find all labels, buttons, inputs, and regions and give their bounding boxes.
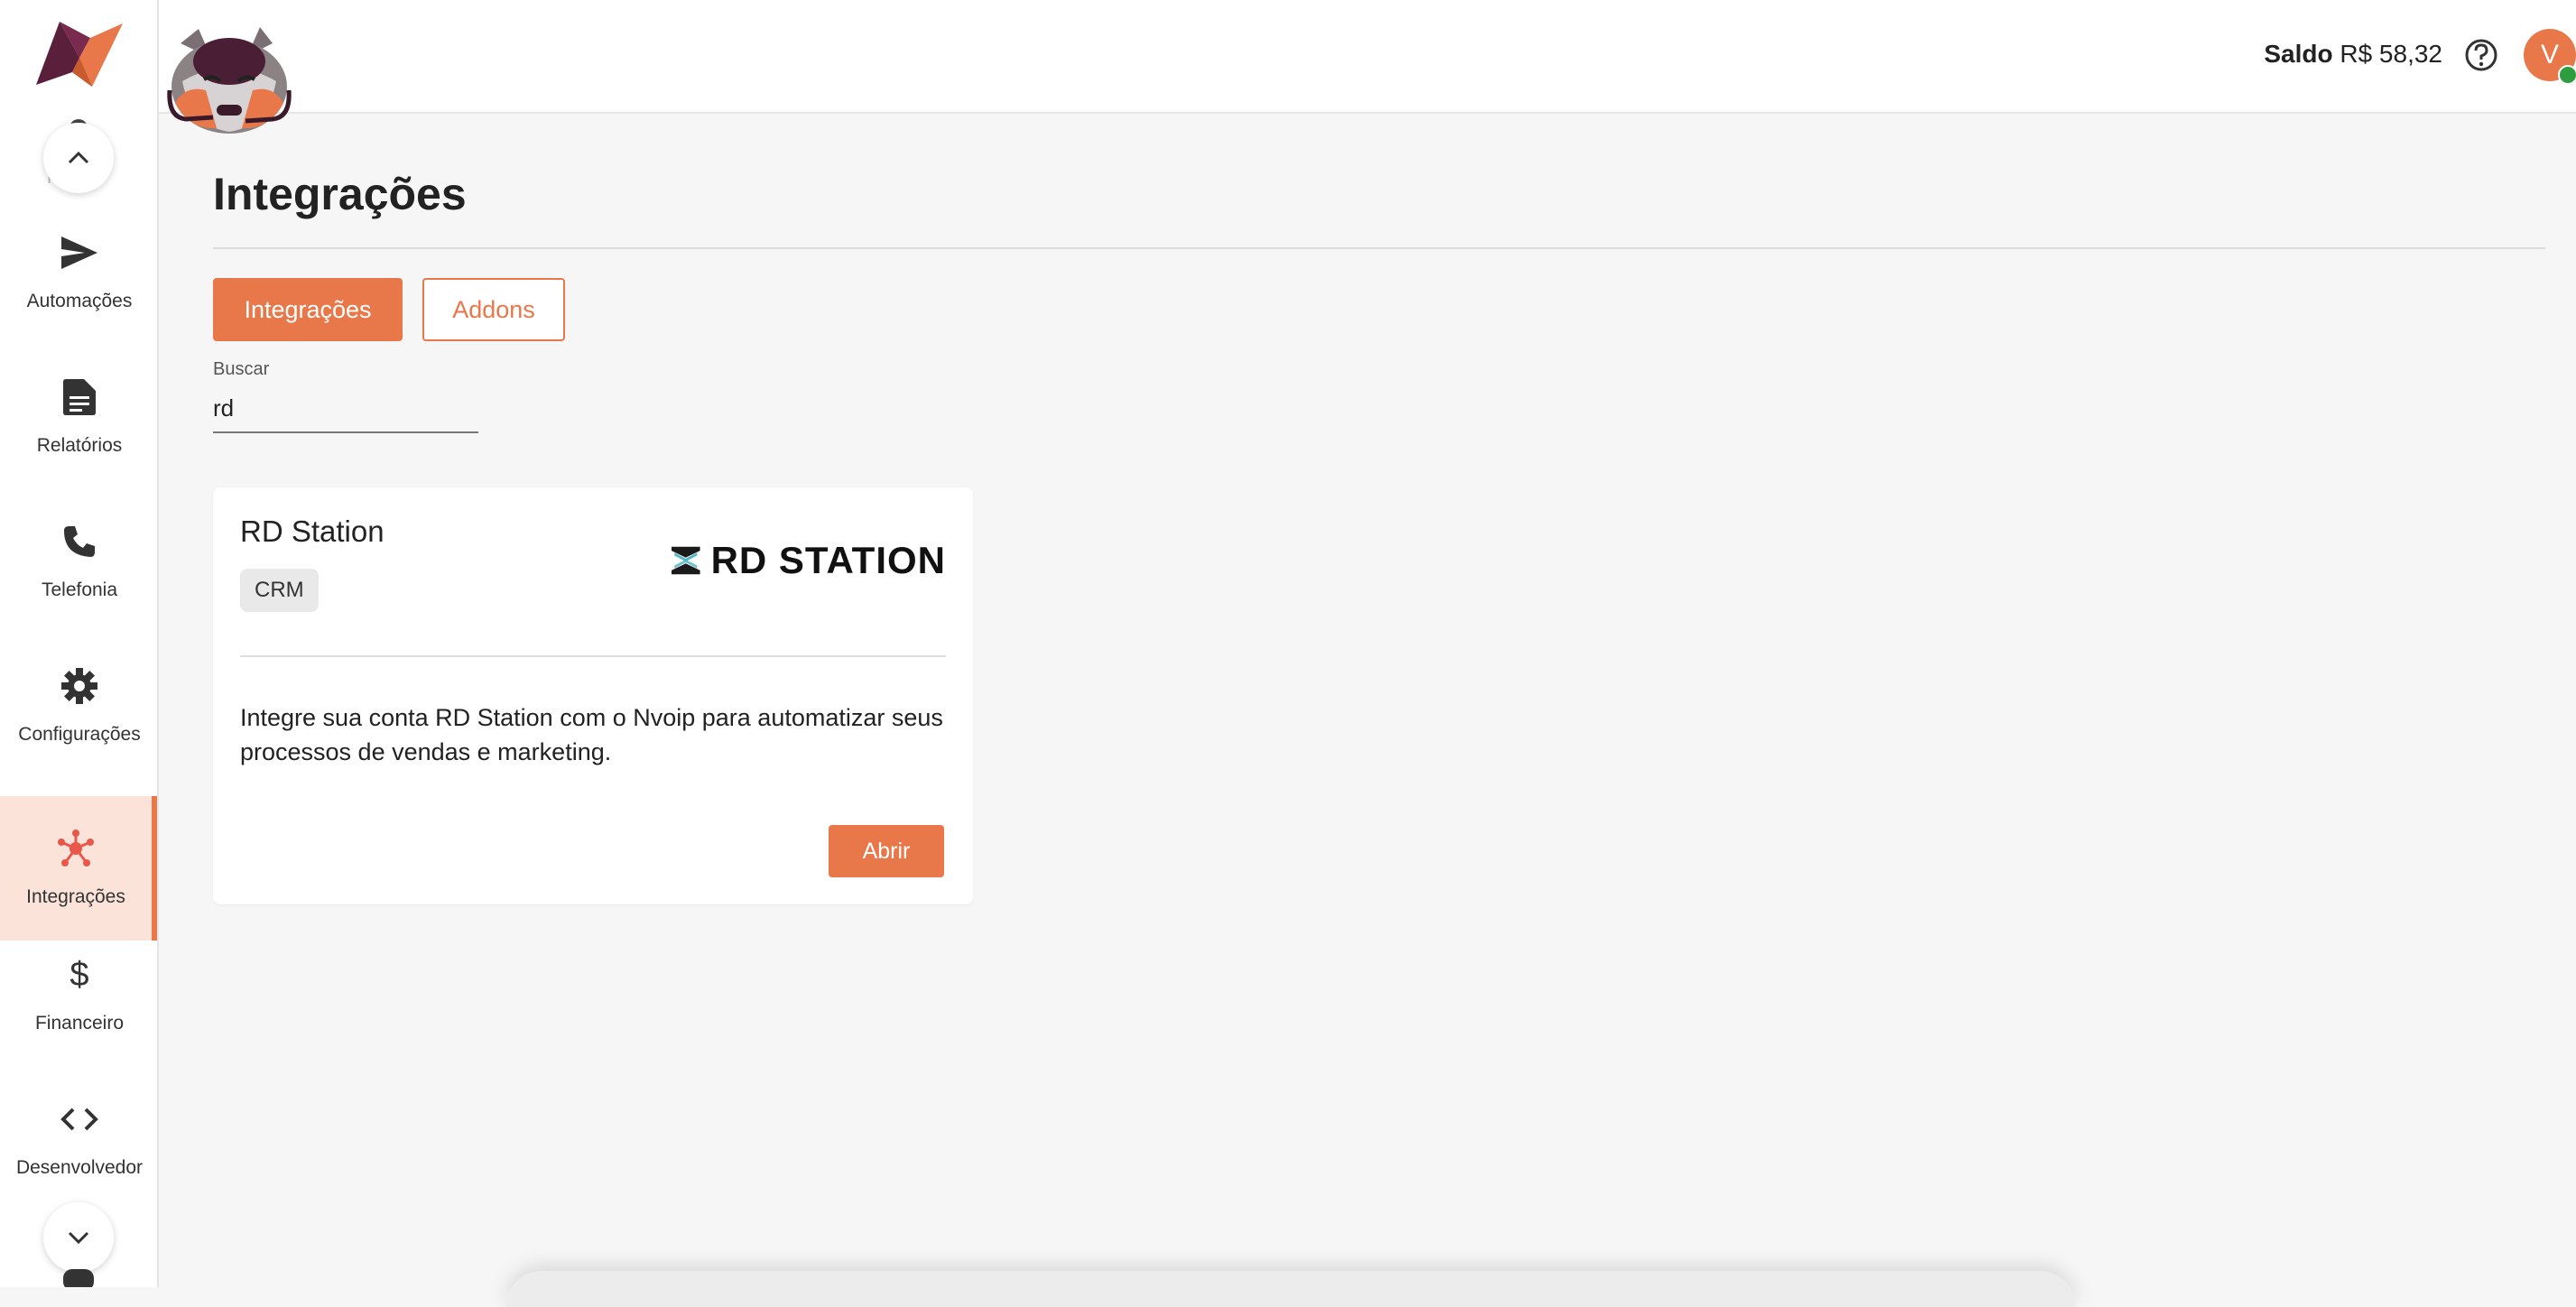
- integration-card: RD Station CRM RD STATION Integre sua co…: [213, 487, 973, 904]
- support-icon: [63, 1269, 94, 1287]
- help-icon[interactable]: [2464, 38, 2498, 72]
- chevron-up-icon: [68, 151, 89, 164]
- card-divider: [240, 655, 946, 657]
- bottom-panel-edge: [505, 1271, 2076, 1307]
- page-title: Integrações: [213, 169, 467, 219]
- balance-display: Saldo R$ 58,32: [2264, 40, 2442, 69]
- card-title: RD Station: [240, 514, 385, 548]
- title-divider: [213, 247, 2545, 249]
- top-header: Saldo R$ 58,32 V: [159, 0, 2576, 134]
- sidebar-item-configuracoes[interactable]: Configurações: [0, 634, 157, 778]
- rd-station-logo-icon: [672, 546, 700, 575]
- balance-value: R$ 58,32: [2340, 40, 2442, 68]
- sidebar-item-label: Automações: [26, 291, 133, 311]
- sidebar-item-telefonia[interactable]: Telefonia: [0, 489, 157, 634]
- app-logo[interactable]: [36, 22, 123, 88]
- sidebar-item-automacoes[interactable]: Automações: [0, 200, 157, 345]
- hub-icon: [56, 829, 96, 868]
- balance-label: Saldo: [2264, 40, 2333, 68]
- sidebar-item-relatorios[interactable]: Relatórios: [0, 345, 157, 489]
- search-input[interactable]: [213, 385, 478, 433]
- card-description: Integre sua conta RD Station com o Nvoip…: [240, 704, 943, 765]
- mascot-icon: [167, 27, 292, 134]
- sidebar-item-label: Configurações: [18, 724, 141, 745]
- user-menu[interactable]: V: [2520, 0, 2576, 112]
- online-status-indicator: [2558, 65, 2576, 85]
- sidebar-item-integracoes[interactable]: Integrações: [0, 796, 157, 941]
- tab-integracoes[interactable]: Integrações: [213, 278, 403, 341]
- chevron-down-icon: [68, 1231, 89, 1245]
- gear-icon: [60, 666, 99, 706]
- rd-station-logo: RD STATION: [672, 533, 946, 589]
- sidebar-item-label: Desenvolvedor: [15, 1157, 144, 1178]
- open-button[interactable]: Abrir: [829, 825, 944, 877]
- rd-station-logo-text: RD STATION: [710, 539, 946, 581]
- sidebar-scroll-up-button[interactable]: [43, 123, 114, 193]
- code-icon: [60, 1099, 99, 1139]
- document-icon: [60, 377, 99, 417]
- sidebar-item-label: Financeiro: [34, 1013, 125, 1034]
- sidebar-scroll-down-button[interactable]: [43, 1202, 114, 1273]
- sidebar: Fórum Automações Relatórios Telefoni: [0, 0, 159, 1287]
- sidebar-item-label: Relatórios: [36, 435, 123, 456]
- category-chip: CRM: [240, 569, 319, 612]
- sidebar-item-financeiro[interactable]: $ Financeiro: [0, 922, 157, 1067]
- sidebar-item-label: Integrações: [26, 886, 125, 907]
- search-label: Buscar: [213, 359, 270, 379]
- phone-icon: [60, 522, 99, 561]
- sidebar-item-desenvolvedor[interactable]: Desenvolvedor: [0, 1067, 157, 1211]
- sidebar-item-label: Telefonia: [41, 579, 118, 600]
- dollar-icon: $: [69, 955, 89, 994]
- send-icon: [60, 233, 99, 273]
- tab-addons[interactable]: Addons: [422, 278, 565, 341]
